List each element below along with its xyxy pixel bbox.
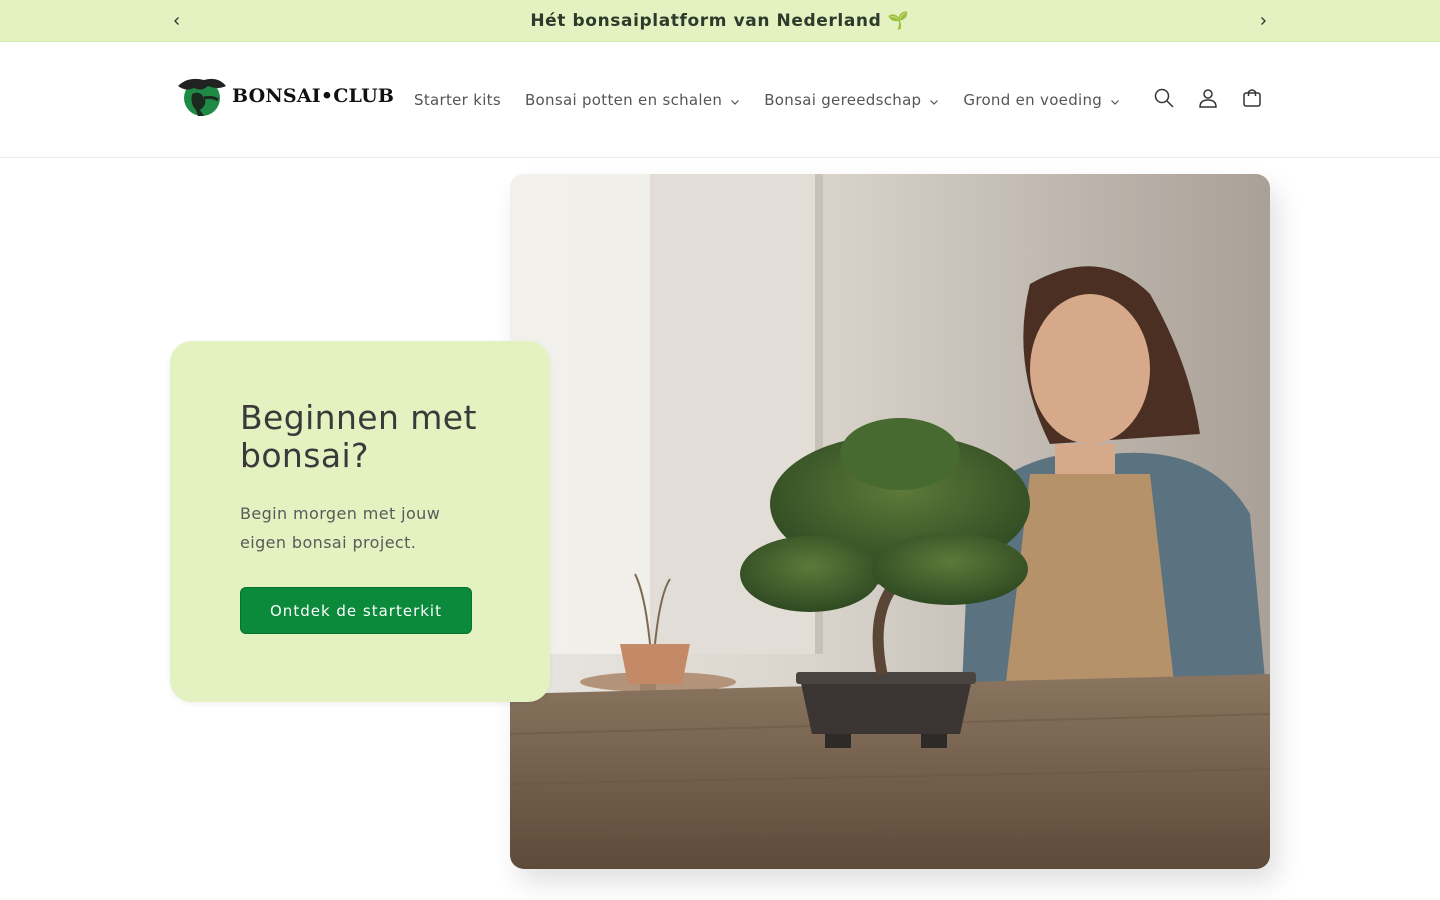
nav-item-label: Bonsai gereedschap	[764, 91, 922, 109]
discover-starterkit-button[interactable]: Ontdek de starterkit	[240, 587, 472, 634]
announcement-text: Hét bonsaiplatform van Nederland 🌱	[530, 10, 910, 31]
nav-item-grond-en-voeding[interactable]: Grond en voeding	[951, 87, 1132, 113]
logo-text: BONSAI•CLUB	[232, 85, 395, 107]
cart-icon	[1243, 89, 1261, 107]
site-header: BONSAI•CLUB Starter kits Bonsai potten e…	[0, 42, 1440, 158]
nav-item-starter-kits[interactable]: Starter kits	[402, 87, 513, 113]
search-icon	[1154, 88, 1174, 108]
nav-item-label: Grond en voeding	[963, 91, 1103, 109]
search-button[interactable]	[1144, 78, 1184, 118]
bonsai-logo-icon	[178, 78, 226, 116]
nav-item-label: Starter kits	[414, 91, 501, 109]
announcement-next-button[interactable]	[1249, 0, 1277, 42]
cart-button[interactable]	[1232, 78, 1272, 118]
announcement-bar: Hét bonsaiplatform van Nederland 🌱	[0, 0, 1440, 42]
header-icons	[1144, 78, 1276, 118]
account-icon	[1199, 89, 1217, 108]
hero-subtitle: Begin morgen met jouw eigen bonsai proje…	[240, 504, 441, 552]
nav-item-label: Bonsai potten en schalen	[524, 91, 723, 109]
nav-item-bonsai-potten[interactable]: Bonsai potten en schalen	[513, 87, 752, 113]
logo-link[interactable]: BONSAI•CLUB	[174, 72, 394, 120]
hero-photo	[510, 174, 1270, 869]
announcement-prev-button[interactable]	[163, 0, 191, 42]
chevron-down-icon	[731, 99, 740, 105]
chevron-left-icon	[174, 17, 179, 25]
chevron-down-icon	[1111, 99, 1120, 105]
account-button[interactable]	[1188, 78, 1228, 118]
hero-title: Beginnen met bonsai?	[240, 398, 477, 475]
hero-image	[510, 174, 1270, 869]
nav-item-bonsai-gereedschap[interactable]: Bonsai gereedschap	[752, 87, 951, 113]
chevron-down-icon	[930, 99, 939, 105]
main-nav: Starter kits Bonsai potten en schalen Bo…	[402, 87, 1132, 113]
chevron-right-icon	[1261, 17, 1266, 25]
hero-card: Beginnen met bonsai? Begin morgen met jo…	[170, 341, 550, 702]
